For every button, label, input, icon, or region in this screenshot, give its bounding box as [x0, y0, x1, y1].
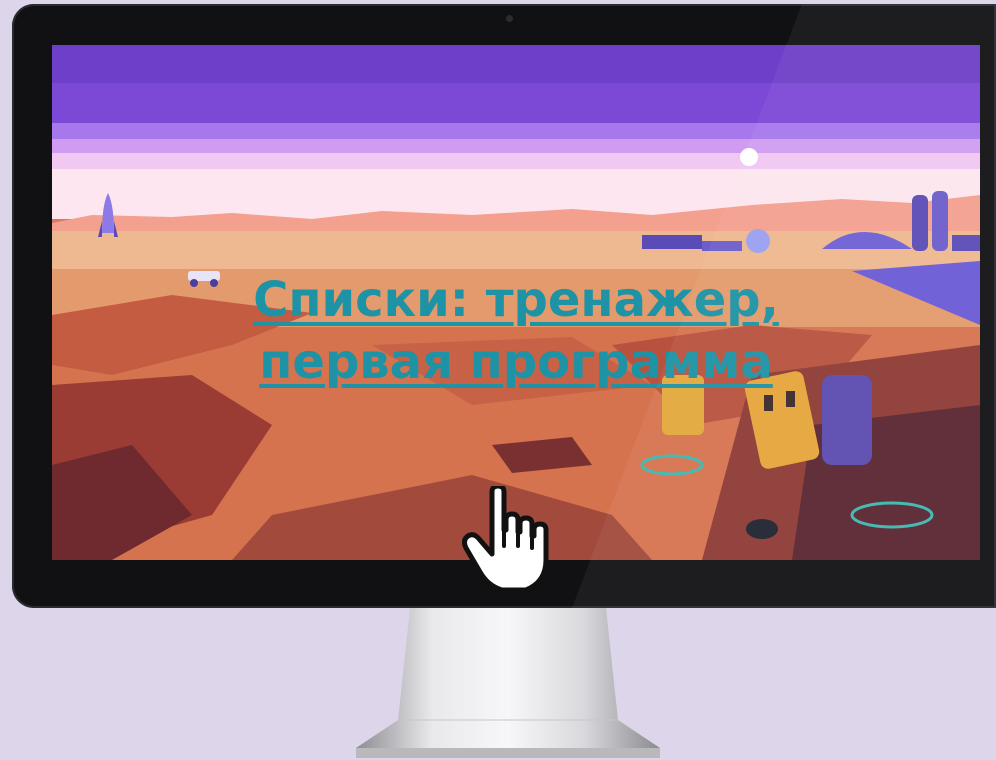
screen: Списки: тренажер, первая программа	[52, 45, 980, 560]
monitor-stand	[356, 608, 660, 758]
hand-pointer-icon	[462, 486, 549, 593]
webcam	[506, 15, 513, 22]
lesson-title-line-1: Списки: тренажер,	[253, 272, 779, 328]
lesson-title-link[interactable]: Списки: тренажер, первая программа	[52, 269, 980, 393]
lesson-title-line-2: первая программа	[259, 334, 773, 390]
